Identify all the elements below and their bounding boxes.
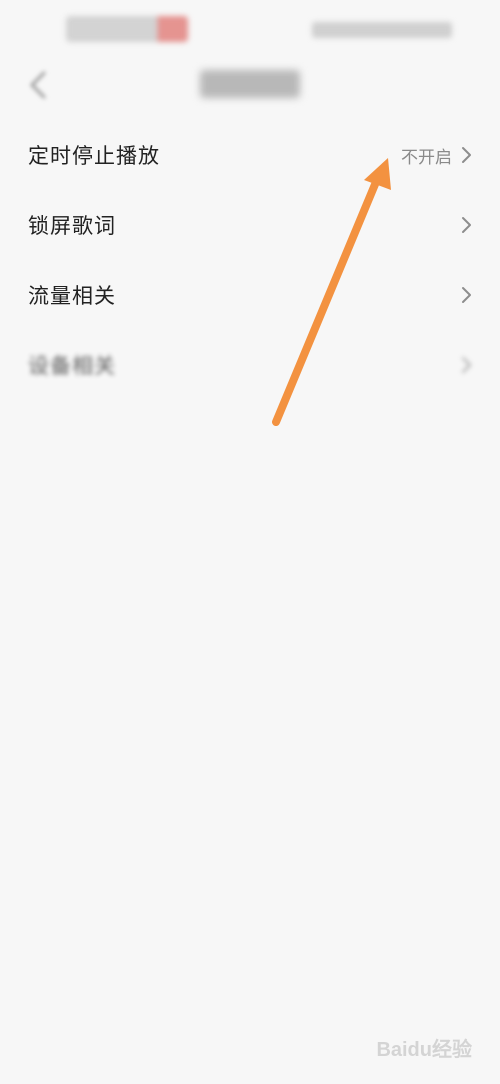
settings-row-data-usage[interactable]: 流量相关 <box>0 260 500 330</box>
settings-row-label: 设备相关 <box>28 354 116 378</box>
settings-row-device[interactable]: 设备相关 <box>0 330 500 400</box>
chevron-right-icon <box>460 285 474 305</box>
chevron-right-icon <box>460 215 474 235</box>
settings-list: 定时停止播放 不开启 锁屏歌词 流量相关 设备相关 <box>0 120 500 400</box>
page-title <box>200 70 300 98</box>
settings-row-value: 不开启 <box>401 147 452 168</box>
back-icon[interactable] <box>24 68 54 102</box>
settings-row-lockscreen-lyrics[interactable]: 锁屏歌词 <box>0 190 500 260</box>
status-bar <box>0 0 500 60</box>
settings-row-label: 定时停止播放 <box>28 144 160 168</box>
chevron-right-icon <box>460 355 474 375</box>
settings-row-sleep-timer[interactable]: 定时停止播放 不开启 <box>0 120 500 190</box>
chevron-right-icon <box>460 145 474 165</box>
nav-bar <box>0 60 500 110</box>
settings-row-label: 流量相关 <box>28 284 116 308</box>
watermark: Baidu经验 <box>376 1039 472 1061</box>
status-bar-right <box>312 22 452 38</box>
status-bar-left <box>66 16 188 42</box>
settings-row-label: 锁屏歌词 <box>28 214 116 238</box>
